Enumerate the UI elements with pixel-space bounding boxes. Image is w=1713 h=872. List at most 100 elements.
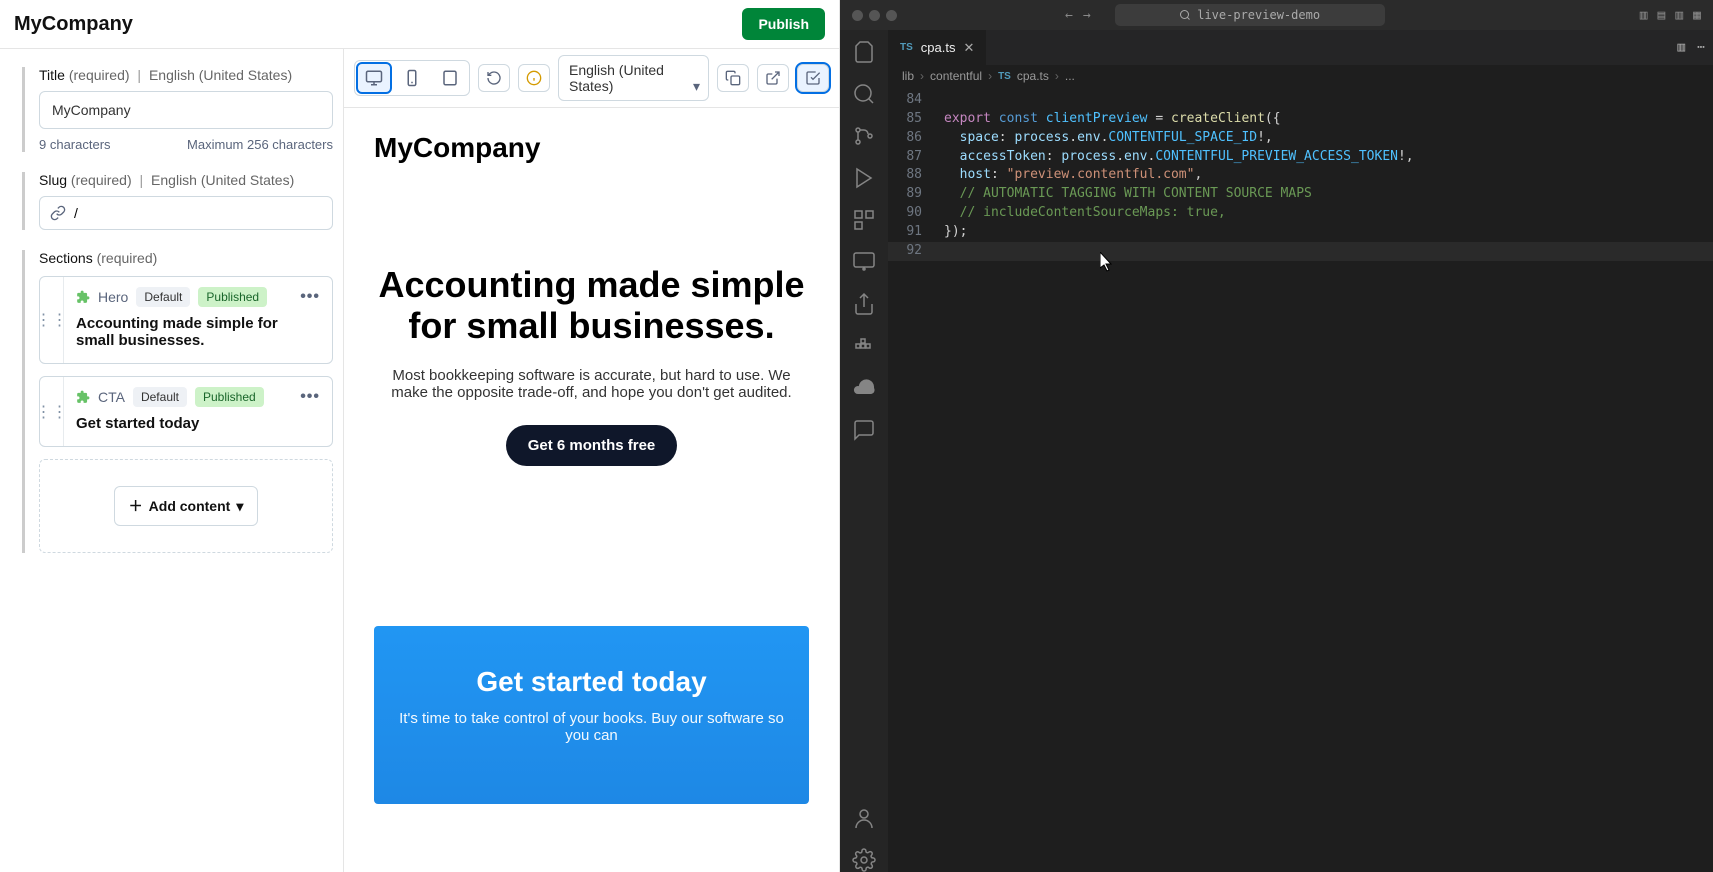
code-line[interactable]: 85export const clientPreview = createCli… (888, 110, 1713, 129)
line-number: 92 (888, 242, 944, 261)
separator: | (140, 172, 144, 188)
live-preview-button[interactable] (797, 64, 829, 92)
line-number: 91 (888, 223, 944, 242)
close-icon[interactable]: ✕ (963, 40, 974, 56)
code-line[interactable]: 90 // includeContentSourceMaps: true, (888, 204, 1713, 223)
preview-cta-section: Get started today It's time to take cont… (374, 626, 809, 804)
device-group (354, 60, 470, 96)
breadcrumb-item[interactable]: cpa.ts (1017, 69, 1049, 83)
publish-button[interactable]: Publish (742, 8, 825, 40)
code-line[interactable]: 91}); (888, 223, 1713, 242)
required-marker: (required) (71, 172, 132, 188)
add-content-zone[interactable]: ＋ Add content ▾ (39, 459, 333, 553)
panel-left-icon[interactable]: ▥ (1640, 8, 1648, 23)
close-dot[interactable] (852, 10, 863, 21)
slug-input[interactable] (74, 205, 322, 221)
status-badge: Published (198, 287, 267, 307)
code-editor[interactable]: 8485export const clientPreview = createC… (888, 87, 1713, 265)
layout-icon[interactable]: ▦ (1693, 8, 1701, 23)
line-number: 86 (888, 129, 944, 148)
desktop-button[interactable] (358, 64, 390, 92)
entry-menu-button[interactable]: ••• (300, 288, 320, 306)
line-number: 90 (888, 204, 944, 223)
code-line[interactable]: 87 accessToken: process.env.CONTENTFUL_P… (888, 148, 1713, 167)
ts-icon: TS (900, 42, 913, 53)
breadcrumb-item[interactable]: contentful (930, 69, 982, 83)
extensions-icon[interactable] (852, 208, 876, 232)
search-icon[interactable] (852, 82, 876, 106)
slug-input-wrapper[interactable] (39, 196, 333, 230)
chat-icon[interactable] (852, 418, 876, 442)
line-number: 85 (888, 110, 944, 129)
copy-icon (725, 70, 741, 86)
entry-card[interactable]: ⋮⋮ Hero Default Published ••• Accounting… (39, 276, 333, 364)
variant-pill: Default (136, 287, 190, 307)
preview-frame[interactable]: MyCompany Accounting made simple for sma… (344, 108, 839, 872)
editor-tabs: TS cpa.ts ✕ ▥ ⋯ (888, 30, 1713, 65)
line-number: 88 (888, 166, 944, 185)
info-button[interactable] (518, 64, 550, 92)
breadcrumbs[interactable]: lib› contentful› TS cpa.ts› ... (888, 65, 1713, 87)
tablet-button[interactable] (434, 64, 466, 92)
max-dot[interactable] (886, 10, 897, 21)
layout-controls: ▥ ▤ ▥ ▦ (1640, 8, 1701, 23)
explorer-icon[interactable] (852, 40, 876, 64)
panel-bottom-icon[interactable]: ▤ (1658, 8, 1666, 23)
char-max: Maximum 256 characters (187, 137, 333, 152)
title-label: Title (required) | English (United State… (39, 67, 333, 83)
preview-hero: Accounting made simple for small busines… (374, 264, 809, 466)
command-center[interactable]: live-preview-demo (1115, 4, 1385, 26)
gear-icon[interactable] (852, 848, 876, 872)
external-button[interactable] (757, 64, 789, 92)
locale-select[interactable]: English (United States) (558, 55, 709, 101)
code-line[interactable]: 89 // AUTOMATIC TAGGING WITH CONTENT SOU… (888, 185, 1713, 204)
breadcrumb-item[interactable]: ... (1065, 69, 1075, 83)
entry-card[interactable]: ⋮⋮ CTA Default Published ••• Get started… (39, 376, 333, 447)
title-input[interactable] (39, 91, 333, 129)
more-icon[interactable]: ⋯ (1697, 40, 1705, 55)
entry-title: Accounting made simple for small busines… (76, 315, 320, 349)
copy-button[interactable] (717, 64, 749, 92)
add-content-button[interactable]: ＋ Add content ▾ (114, 486, 259, 526)
editor-tab[interactable]: TS cpa.ts ✕ (888, 30, 987, 65)
arrow-left-icon[interactable]: ← (1065, 8, 1073, 23)
arrow-right-icon[interactable]: → (1083, 8, 1091, 23)
required-marker: (required) (69, 67, 130, 83)
account-icon[interactable] (852, 806, 876, 830)
code-line[interactable]: 88 host: "preview.contentful.com", (888, 166, 1713, 185)
window-controls[interactable] (852, 10, 897, 21)
share-icon[interactable] (852, 292, 876, 316)
source-control-icon[interactable] (852, 124, 876, 148)
min-dot[interactable] (869, 10, 880, 21)
form-column: Title (required) | English (United State… (0, 49, 344, 872)
cms-header: MyCompany Publish (0, 0, 839, 49)
puzzle-icon (76, 290, 90, 304)
hero-cta-button[interactable]: Get 6 months free (506, 425, 678, 466)
drag-handle-icon[interactable]: ⋮⋮ (40, 277, 64, 363)
locale-marker: English (United States) (149, 67, 292, 83)
drag-handle-icon[interactable]: ⋮⋮ (40, 377, 64, 446)
debug-icon[interactable] (852, 166, 876, 190)
remote-icon[interactable] (852, 250, 876, 274)
breadcrumb-item[interactable]: lib (902, 69, 914, 83)
entry-menu-button[interactable]: ••• (300, 388, 320, 406)
editor-main: TS cpa.ts ✕ ▥ ⋯ lib› contentful› TS cpa.… (888, 30, 1713, 872)
split-editor-icon[interactable]: ▥ (1677, 40, 1685, 55)
mobile-button[interactable] (396, 64, 428, 92)
panel-right-icon[interactable]: ▥ (1675, 8, 1683, 23)
desktop-icon (365, 69, 383, 87)
slug-field: Slug (required) | English (United States… (22, 172, 333, 230)
title-label-text: Title (39, 67, 65, 83)
slug-label-text: Slug (39, 172, 67, 188)
required-marker: (required) (97, 250, 158, 266)
line-number: 87 (888, 148, 944, 167)
code-line[interactable]: 84 (888, 91, 1713, 110)
cloud-icon[interactable] (852, 376, 876, 400)
undo-button[interactable] (478, 64, 510, 92)
docker-icon[interactable] (852, 334, 876, 358)
code-line[interactable]: 86 space: process.env.CONTENTFUL_SPACE_I… (888, 129, 1713, 148)
plus-icon: ＋ (129, 496, 143, 516)
separator: | (137, 67, 141, 83)
search-icon (1179, 9, 1191, 21)
code-line[interactable]: 92 (888, 242, 1713, 261)
